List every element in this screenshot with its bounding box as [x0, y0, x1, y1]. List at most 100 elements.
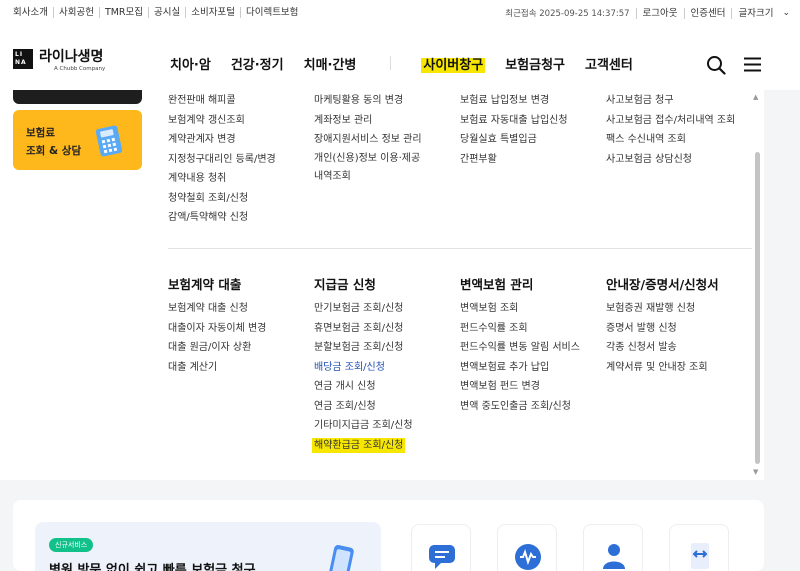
- menu-col-payout: 만기보험금 조회/신청 휴면보험금 조회/신청 분할보험금 조회/신청 배당금 …: [312, 299, 413, 455]
- nav-cyber-window[interactable]: 사이버창구: [421, 58, 486, 73]
- scroll-down-arrow-icon[interactable]: ▼: [753, 468, 758, 476]
- quick-card-transfer[interactable]: [669, 524, 729, 571]
- promo-title: 병원 방문 없이 쉽고 빠른 보험금 청구: [49, 563, 256, 571]
- utility-right: 최근접속 2025-09-25 14:37:57 로그아웃 인증센터 글자크기 …: [505, 7, 790, 19]
- menu-item[interactable]: 만기보험금 조회/신청: [314, 299, 413, 319]
- menu-item[interactable]: 보험계약 대출 신청: [168, 299, 266, 319]
- quick-card-chat[interactable]: [411, 524, 471, 571]
- menu-item[interactable]: 사고보험금 청구: [606, 91, 735, 111]
- nav-health-term[interactable]: 건강·정기: [231, 54, 284, 73]
- util-link-consumer[interactable]: 소비자포털: [185, 7, 240, 18]
- menu-item[interactable]: 완전판매 해피콜: [168, 91, 276, 111]
- section-title-loan[interactable]: 보험계약 대출: [168, 274, 241, 293]
- last-login-text: 최근접속 2025-09-25 14:37:57: [505, 9, 630, 19]
- menu-item[interactable]: 팩스 수신내역 조회: [606, 130, 735, 150]
- menu-item[interactable]: 대출 계산기: [168, 358, 266, 378]
- menu-item[interactable]: 휴면보험금 조회/신청: [314, 319, 413, 339]
- hamburger-menu-icon[interactable]: [744, 57, 761, 72]
- util-link-social[interactable]: 사회공헌: [52, 7, 99, 18]
- menu-item[interactable]: 연금 개시 신청: [314, 377, 413, 397]
- font-size-button[interactable]: 글자크기: [731, 7, 779, 19]
- menu-item[interactable]: 보험료 납입정보 변경: [460, 91, 568, 111]
- menu-item[interactable]: 변액보험 펀드 변경: [460, 377, 580, 397]
- menu-item[interactable]: 사고보험금 상담신청: [606, 150, 735, 170]
- menu-item[interactable]: 감액/특약해약 신청: [168, 208, 276, 228]
- utility-links: 회사소개 사회공헌 TMR모집 공시실 소비자포털 다이렉트보험: [13, 7, 303, 18]
- menu-item[interactable]: 개인(신용)정보 이용·제공 내역조회: [314, 150, 432, 186]
- menu-col-info: 마케팅활용 동의 변경 계좌정보 관리 장애지원서비스 정보 관리 개인(신용)…: [314, 91, 432, 186]
- auth-center-link[interactable]: 인증센터: [683, 7, 732, 19]
- menu-item[interactable]: 청약철회 조회/신청: [168, 189, 276, 209]
- card-label-line1: 보험료: [26, 127, 55, 139]
- util-link-tmr[interactable]: TMR모집: [98, 7, 148, 18]
- menu-item[interactable]: 대출 원금/이자 상환: [168, 338, 266, 358]
- menu-item[interactable]: 계약내용 청취: [168, 169, 276, 189]
- menu-col-variable: 변액보험 조회 펀드수익률 조회 펀드수익률 변동 알림 서비스 변액보험료 추…: [460, 299, 580, 416]
- menu-item-hovered[interactable]: 배당금 조회/신청: [314, 358, 413, 378]
- new-service-badge: 신규서비스: [49, 538, 94, 552]
- menu-item[interactable]: 변액보험료 추가 납입: [460, 358, 580, 378]
- menu-item[interactable]: 지정청구대리인 등록/변경: [168, 150, 276, 170]
- menu-item[interactable]: 사고보험금 접수/처리내역 조회: [606, 111, 735, 131]
- logo-name: 라이나생명: [39, 49, 104, 65]
- menu-item-highlighted[interactable]: 해약환급금 조회/신청: [312, 437, 406, 453]
- phone-icon: [328, 545, 354, 571]
- section-title-payout[interactable]: 지급금 신청: [314, 274, 376, 293]
- util-link-direct[interactable]: 다이렉트보험: [239, 7, 303, 18]
- logo[interactable]: LI NA 라이나생명 A Chubb Company: [13, 49, 105, 73]
- nav-divider: [390, 56, 392, 70]
- header: LI NA 라이나생명 A Chubb Company 치아·암 건강·정기 치…: [0, 26, 800, 90]
- menu-divider: [168, 248, 752, 249]
- voice-wave-icon: [515, 544, 541, 570]
- search-icon[interactable]: [706, 55, 726, 75]
- menu-item[interactable]: 변액보험 조회: [460, 299, 580, 319]
- menu-item[interactable]: 기타미지급금 조회/신청: [314, 416, 413, 436]
- section-title-variable[interactable]: 변액보험 관리: [460, 274, 533, 293]
- util-link-company[interactable]: 회사소개: [13, 7, 53, 18]
- menu-item[interactable]: 변액 중도인출금 조회/신청: [460, 397, 580, 417]
- calculator-icon: [95, 125, 123, 157]
- menu-item[interactable]: 분할보험금 조회/신청: [314, 338, 413, 358]
- menu-item[interactable]: 연금 조회/신청: [314, 397, 413, 417]
- promo-banner[interactable]: 신규서비스 병원 방문 없이 쉽고 빠른 보험금 청구: [35, 522, 381, 571]
- premium-inquiry-card[interactable]: 보험료 조회 & 상담: [13, 110, 142, 170]
- logo-mark: LI NA: [13, 49, 33, 69]
- menu-item[interactable]: 당월실효 특별입금: [460, 130, 568, 150]
- menu-item[interactable]: 각종 신청서 발송: [606, 338, 708, 358]
- menu-item[interactable]: 보험증권 재발행 신청: [606, 299, 708, 319]
- scrollbar-thumb[interactable]: [755, 152, 760, 464]
- menu-item[interactable]: 보험계약 갱신조회: [168, 111, 276, 131]
- nav-dental-cancer[interactable]: 치아·암: [170, 54, 211, 73]
- nav-claim[interactable]: 보험금청구: [505, 54, 565, 73]
- menu-item[interactable]: 장애지원서비스 정보 관리: [314, 130, 432, 150]
- quick-card-voice[interactable]: [497, 524, 557, 571]
- quick-service-area: 신규서비스 병원 방문 없이 쉽고 빠른 보험금 청구: [13, 500, 764, 571]
- transfer-icon: [691, 543, 709, 569]
- scroll-up-arrow-icon[interactable]: ▲: [753, 93, 758, 101]
- menu-item[interactable]: 계약서류 및 안내장 조회: [606, 358, 708, 378]
- chevron-down-icon[interactable]: ⌄: [782, 8, 790, 18]
- menu-item[interactable]: 대출이자 자동이체 변경: [168, 319, 266, 339]
- menu-col-loan: 보험계약 대출 신청 대출이자 자동이체 변경 대출 원금/이자 상환 대출 계…: [168, 299, 266, 377]
- utility-bar: 회사소개 사회공헌 TMR모집 공시실 소비자포털 다이렉트보험 최근접속 20…: [0, 0, 800, 26]
- menu-item[interactable]: 마케팅활용 동의 변경: [314, 91, 432, 111]
- menu-item[interactable]: 증명서 발행 신청: [606, 319, 708, 339]
- menu-item[interactable]: 계약관계자 변경: [168, 130, 276, 150]
- section-title-documents[interactable]: 안내장/증명서/신청서: [606, 274, 719, 293]
- person-icon: [603, 544, 625, 569]
- menu-item[interactable]: 펀드수익률 조회: [460, 319, 580, 339]
- left-card-dark[interactable]: [13, 90, 142, 104]
- menu-item[interactable]: 계좌정보 관리: [314, 111, 432, 131]
- quick-card-person[interactable]: [583, 524, 643, 571]
- logout-link[interactable]: 로그아웃: [635, 7, 684, 19]
- menu-col-accident-claim: 사고보험금 청구 사고보험금 접수/처리내역 조회 팩스 수신내역 조회 사고보…: [606, 91, 735, 169]
- menu-item[interactable]: 간편부활: [460, 150, 568, 170]
- card-label-line2: 조회 & 상담: [26, 145, 82, 157]
- menu-item[interactable]: 펀드수익률 변동 알림 서비스: [460, 338, 580, 358]
- menu-col-documents: 보험증권 재발행 신청 증명서 발행 신청 각종 신청서 발송 계약서류 및 안…: [606, 299, 708, 377]
- nav-dementia-care[interactable]: 치매·간병: [304, 54, 357, 73]
- nav-customer-center[interactable]: 고객센터: [585, 54, 633, 73]
- util-link-disclosure[interactable]: 공시실: [148, 7, 185, 18]
- main-nav: 치아·암 건강·정기 치매·간병 사이버창구 보험금청구 고객센터: [170, 54, 653, 73]
- menu-item[interactable]: 보험료 자동대출 납입신청: [460, 111, 568, 131]
